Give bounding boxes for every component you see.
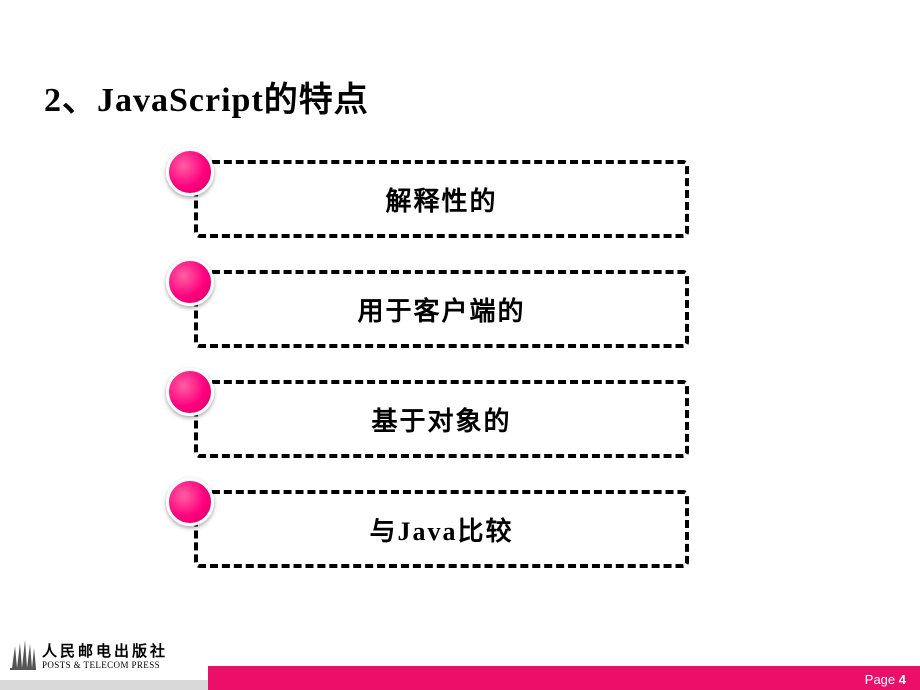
bullet-dot-icon	[166, 258, 214, 306]
bullet-dot-icon	[166, 148, 214, 196]
feature-label: 解释性的	[385, 181, 497, 218]
bullet-dot-icon	[166, 368, 214, 416]
feature-box: 用于客户端的	[194, 270, 689, 348]
feature-label: 与Java比较	[369, 511, 513, 548]
feature-box: 解释性的	[194, 160, 689, 238]
footer-bar: Page 4	[0, 656, 920, 690]
slide: 2、JavaScript的特点 解释性的 用于客户端的 基于对象的 与Java比…	[0, 0, 920, 690]
feature-box: 基于对象的	[194, 380, 689, 458]
slide-title: 2、JavaScript的特点	[44, 72, 369, 121]
list-item: 基于对象的	[166, 380, 716, 458]
feature-label: 用于客户端的	[357, 291, 525, 328]
feature-box: 与Java比较	[194, 490, 689, 568]
bullet-dot-icon	[166, 478, 214, 526]
page-label: Page	[865, 672, 899, 687]
list-item: 与Java比较	[166, 490, 716, 568]
feature-label: 基于对象的	[371, 401, 511, 438]
list-item: 用于客户端的	[166, 270, 716, 348]
list-item: 解释性的	[166, 160, 716, 238]
footer-accent-strip: Page 4	[208, 666, 920, 690]
page-number-value: 4	[899, 672, 906, 687]
feature-list: 解释性的 用于客户端的 基于对象的 与Java比较	[166, 160, 716, 600]
footer-gray-strip	[0, 680, 208, 690]
page-number: Page 4	[865, 672, 906, 687]
